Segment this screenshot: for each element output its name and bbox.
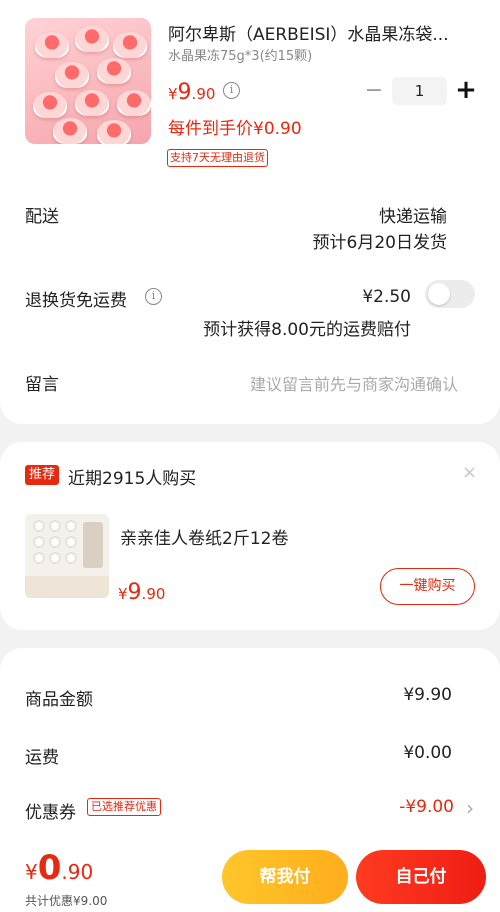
total-integer: 0 [37, 848, 62, 888]
rec-price-currency: ¥ [118, 585, 128, 603]
recommend-title: 近期2915人购买 [68, 469, 197, 489]
chevron-right-icon[interactable]: › [466, 796, 474, 820]
freight-label: 运费 [25, 748, 59, 768]
checkout-bar: ¥0.90 共计优惠¥9.00 帮我付 自己付 [0, 830, 500, 912]
total-discount: 共计优惠¥9.00 [25, 894, 108, 908]
return-insurance-info-icon[interactable]: i [145, 288, 162, 305]
coupon-label: 优惠券 [25, 803, 76, 823]
recommend-item-price: ¥9.90 [118, 580, 165, 605]
unit-price: 每件到手价¥0.90 [168, 119, 302, 139]
shipping-method: 快递运输 [379, 207, 447, 227]
message-label: 留言 [25, 375, 59, 395]
info-icon[interactable]: i [223, 82, 240, 99]
goods-amount-value: ¥9.90 [403, 685, 452, 705]
coupon-value[interactable]: -¥9.00 [399, 797, 454, 817]
goods-amount-label: 商品金额 [25, 690, 93, 710]
freight-value: ¥0.00 [403, 743, 452, 763]
quantity-minus-button[interactable]: − [362, 78, 386, 104]
price-currency: ¥ [168, 85, 178, 103]
product-price: ¥9.90 [168, 80, 215, 105]
product-spec: 水晶果冻75g*3(约15颗) [168, 49, 313, 64]
price-integer: 9 [177, 80, 192, 105]
one-click-buy-button[interactable]: 一键购买 [380, 568, 475, 605]
product-image[interactable] [25, 18, 151, 144]
total-currency: ¥ [25, 860, 38, 884]
quantity-input[interactable]: 1 [392, 77, 447, 105]
return-insurance-desc: 预计获得8.00元的运费赔付 [203, 320, 411, 340]
return-insurance-toggle[interactable] [425, 280, 475, 308]
rec-price-decimal: .90 [141, 585, 166, 603]
recommendation-card: 推荐 近期2915人购买 × 亲亲佳人卷纸2斤12卷 ¥9.90 一键购买 [0, 442, 500, 630]
help-me-pay-button[interactable]: 帮我付 [222, 850, 348, 904]
order-card: 阿尔卑斯（AERBEISI）水晶果冻袋... 水晶果冻75g*3(约15颗) ¥… [0, 0, 500, 424]
return-insurance-price: ¥2.50 [362, 287, 411, 307]
recommend-badge: 推荐 [25, 465, 60, 485]
total-price: ¥0.90 [25, 848, 93, 888]
pay-myself-button[interactable]: 自己付 [356, 850, 486, 904]
product-title: 阿尔卑斯（AERBEISI）水晶果冻袋... [168, 25, 449, 45]
coupon-tag: 已选推荐优惠 [87, 798, 161, 816]
return-policy-tag: 支持7天无理由退货 [167, 149, 268, 167]
price-decimal: .90 [191, 85, 216, 103]
message-input[interactable]: 建议留言前先与商家沟通确认 [250, 371, 458, 395]
rec-price-integer: 9 [127, 580, 142, 605]
close-icon[interactable]: × [462, 462, 477, 483]
shipping-label: 配送 [25, 207, 59, 227]
quantity-plus-button[interactable]: + [453, 76, 479, 104]
total-decimal: .90 [61, 860, 94, 884]
recommend-item-name[interactable]: 亲亲佳人卷纸2斤12卷 [120, 524, 288, 549]
shipping-eta: 预计6月20日发货 [312, 233, 447, 253]
return-insurance-label: 退换货免运费 [25, 291, 127, 311]
recommend-item-image[interactable] [25, 514, 109, 598]
